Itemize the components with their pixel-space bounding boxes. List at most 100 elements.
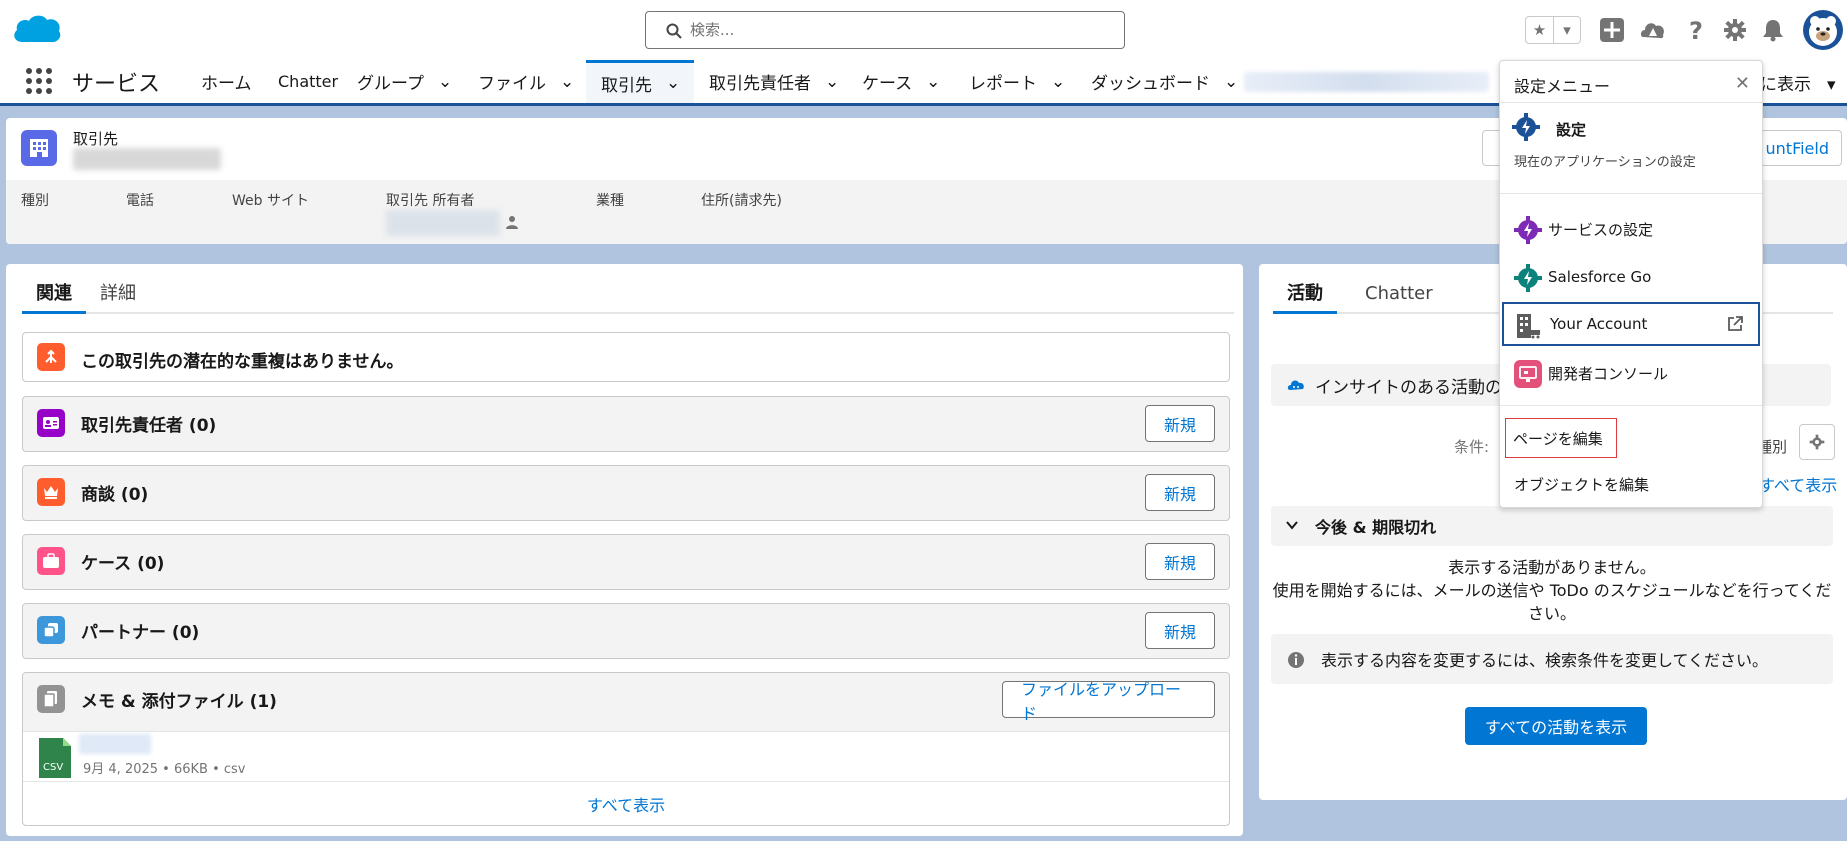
caret-down-icon[interactable]: ▾ (1827, 75, 1836, 95)
menu-item-your-account[interactable]: Your Account (1502, 302, 1760, 346)
menu-item-edit-object[interactable]: オブジェクトを編集 (1514, 474, 1649, 495)
account-building-icon (21, 130, 57, 166)
owner-value-redacted[interactable] (386, 210, 500, 236)
setup-label[interactable]: 設定 (1556, 119, 1586, 140)
chevron-down-icon[interactable]: ⌄ (560, 72, 574, 92)
related-card-opportunities: 商談 (0) 新規 (22, 465, 1230, 521)
chevron-down-icon[interactable] (1285, 517, 1299, 536)
nav-item-label: 取引先 (601, 75, 652, 96)
setup-gear-icon[interactable] (1512, 113, 1540, 145)
card-title[interactable]: メモ & 添付ファイル (1) (81, 687, 277, 712)
chevron-down-icon[interactable]: ▾ (1552, 17, 1580, 43)
related-card-notes-attachments: メモ & 添付ファイル (1) ファイルをアップロード CSV 9月 4, 20… (22, 672, 1230, 826)
bell-icon[interactable] (1760, 17, 1786, 43)
chevron-down-icon[interactable]: ⌄ (1051, 72, 1065, 92)
tab-details[interactable]: 詳細 (86, 278, 150, 314)
nav-item-label: グループ (357, 74, 424, 94)
menu-item-developer-console[interactable]: 開発者コンソール (1502, 352, 1760, 394)
gear-icon[interactable] (1722, 17, 1748, 43)
einstein-icon (1287, 377, 1305, 398)
account-building-cart-icon (1514, 312, 1542, 340)
nav-item-dashboards[interactable]: ダッシュボード ⌄ (1091, 60, 1238, 103)
record-name-redacted (73, 148, 221, 170)
new-case-button[interactable]: 新規 (1144, 543, 1215, 580)
chevron-down-icon[interactable]: ⌄ (666, 73, 680, 93)
help-icon[interactable]: ? (1683, 17, 1709, 43)
salesforce-go-gear-icon (1514, 264, 1542, 292)
salesforce-cloud-logo[interactable] (12, 12, 62, 46)
section-title: 今後 & 期限切れ (1315, 518, 1437, 537)
chevron-down-icon[interactable]: ⌄ (825, 72, 839, 92)
card-title[interactable]: パートナー (0) (81, 618, 199, 643)
briefcase-icon (37, 547, 65, 575)
menu-item-label: Your Account (1550, 315, 1648, 333)
nav-item-label: レポート (969, 74, 1037, 94)
file-meta: 9月 4, 2025 • 66KB • csv (83, 762, 246, 777)
nav-item-cases[interactable]: ケース ⌄ (862, 60, 940, 103)
menu-item-salesforce-go[interactable]: Salesforce Go (1502, 256, 1760, 298)
avatar[interactable] (1803, 10, 1843, 50)
card-title[interactable]: 取引先責任者 (0) (81, 411, 216, 436)
chevron-down-icon[interactable]: ⌄ (438, 72, 452, 92)
menu-item-label: サービスの設定 (1548, 220, 1654, 239)
field-label-owner: 取引先 所有者 (386, 193, 475, 209)
favorites-control[interactable]: ★ ▾ (1525, 16, 1581, 44)
nav-item-reports[interactable]: レポート ⌄ (969, 60, 1065, 103)
field-label-billing-address: 住所(請求先) (701, 193, 782, 209)
related-panel: 関連 詳細 この取引先の潜在的な重複はありません。 取引先責任者 (0) 新規 … (6, 264, 1243, 836)
chevron-down-icon[interactable]: ⌄ (926, 72, 940, 92)
new-partner-button[interactable]: 新規 (1144, 612, 1215, 649)
attachment-icon (37, 685, 65, 713)
field-label-industry: 業種 (596, 193, 624, 209)
tab-related[interactable]: 関連 (22, 278, 86, 314)
activity-filter-button[interactable] (1799, 424, 1835, 460)
file-row[interactable]: CSV 9月 4, 2025 • 66KB • csv (23, 731, 1229, 783)
view-all-files-link[interactable]: すべて表示 (23, 781, 1229, 825)
filter-notice: 表示する内容を変更するには、検索条件を変更してください。 (1271, 634, 1833, 684)
upcoming-overdue-section[interactable]: 今後 & 期限切れ (1271, 506, 1833, 546)
nav-more[interactable]: に表示 ▾ (1760, 70, 1836, 95)
view-all-activities-button[interactable]: すべての活動を表示 (1465, 707, 1647, 745)
empty-line-1: 表示する活動がありません。 (1448, 558, 1656, 577)
duplicate-notice-card: この取引先の潜在的な重複はありません。 (22, 332, 1230, 382)
insight-text: インサイトのある活動のみ (1315, 377, 1519, 398)
duplicate-notice-text: この取引先の潜在的な重複はありません。 (81, 352, 404, 372)
nav-more-label: に表示 (1760, 75, 1811, 95)
nav-item-files[interactable]: ファイル ⌄ (478, 60, 574, 103)
external-link-icon (1726, 315, 1744, 337)
close-icon[interactable]: ✕ (1735, 73, 1750, 94)
nav-item-chatter[interactable]: Chatter (278, 60, 338, 103)
plus-icon[interactable] (1599, 17, 1625, 43)
nav-item-label: 取引先責任者 (709, 74, 811, 94)
nav-item-label: ホーム (201, 74, 252, 94)
csv-file-type: CSV (43, 762, 64, 773)
nav-item-contacts[interactable]: 取引先責任者 ⌄ (709, 60, 839, 103)
chevron-down-icon[interactable]: ⌄ (1224, 72, 1238, 92)
tab-chatter[interactable]: Chatter (1351, 278, 1447, 314)
global-search-box[interactable] (645, 11, 1125, 49)
app-launcher-icon[interactable] (26, 68, 52, 94)
card-title[interactable]: ケース (0) (81, 549, 164, 574)
activity-show-all-link[interactable]: すべて表示 (1759, 472, 1837, 496)
nav-item-home[interactable]: ホーム (201, 60, 252, 103)
nav-item-label: ダッシュボード (1091, 74, 1210, 94)
nav-item-groups[interactable]: グループ ⌄ (357, 60, 452, 103)
nav-item-accounts[interactable]: 取引先 ⌄ (586, 60, 694, 103)
trailhead-icon[interactable] (1640, 17, 1666, 43)
file-name-redacted[interactable] (79, 734, 151, 754)
service-setup-gear-icon (1514, 216, 1542, 244)
object-label: 取引先 (73, 130, 119, 148)
card-title[interactable]: 商談 (0) (81, 480, 148, 505)
edit-page-label: ページを編集 (1513, 429, 1603, 448)
new-opportunity-button[interactable]: 新規 (1144, 474, 1215, 511)
upload-files-button[interactable]: ファイルをアップロード (1002, 680, 1215, 723)
field-label-type: 種別 (21, 193, 49, 209)
change-owner-icon[interactable] (504, 214, 520, 234)
star-icon[interactable]: ★ (1526, 17, 1553, 43)
tab-activity[interactable]: 活動 (1273, 278, 1337, 314)
menu-item-service-setup[interactable]: サービスの設定 (1502, 208, 1760, 250)
menu-item-edit-page[interactable]: ページを編集 (1505, 418, 1617, 458)
filter-summary: 条件: (1454, 438, 1490, 456)
new-contact-button[interactable]: 新規 (1144, 405, 1215, 442)
search-input[interactable] (690, 18, 1110, 42)
